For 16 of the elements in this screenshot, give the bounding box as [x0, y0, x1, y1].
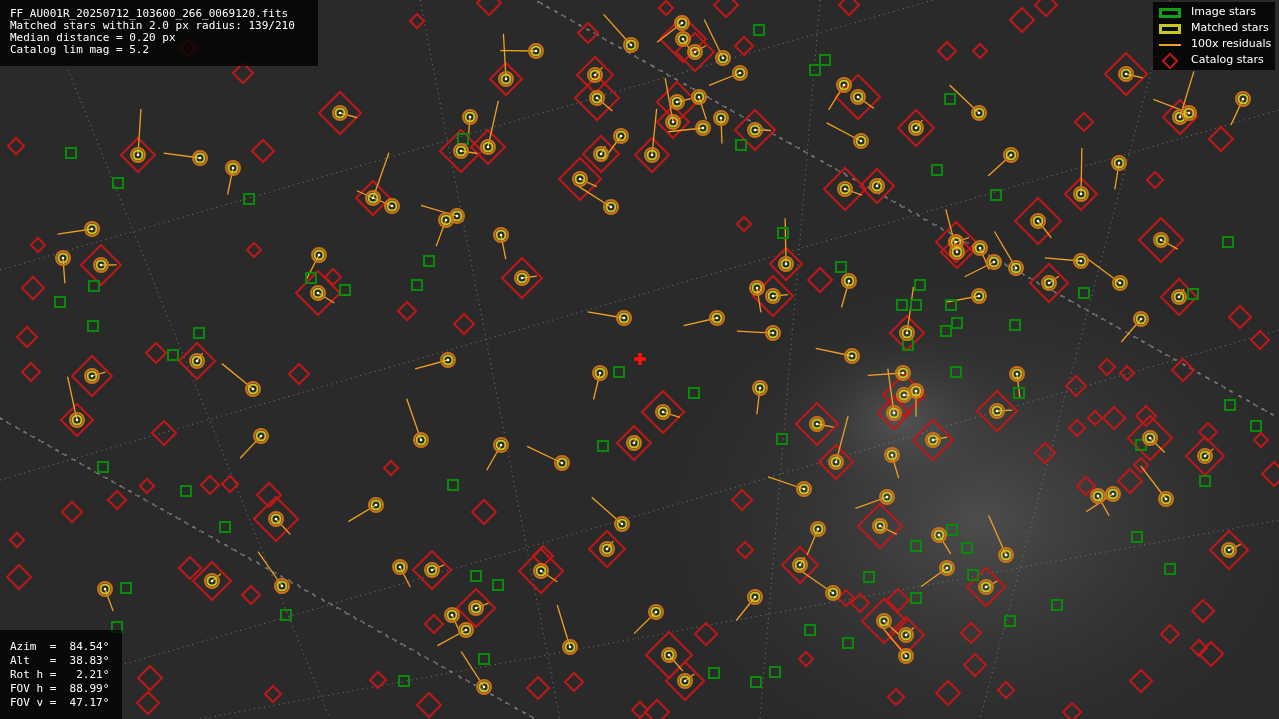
pointing-text: FOV v = 47.17° — [10, 696, 111, 710]
info-text: Median distance = 0.20 px — [10, 32, 177, 44]
pointing-text: Azim = 84.54° — [10, 640, 111, 654]
pointing-text: Alt = 38.83° — [10, 654, 111, 668]
info-text: Catalog lim mag = 5.2 — [10, 44, 151, 56]
legend-label: Matched stars — [1191, 20, 1269, 37]
line-icon — [1159, 43, 1181, 46]
legend-label: 100x residuals — [1191, 36, 1272, 53]
rectangle-outline-icon — [1159, 7, 1181, 18]
rectangle-outline-icon — [1159, 23, 1181, 34]
pointing-text: Rot h = 2.21° — [10, 668, 111, 682]
pointing-text: FOV h = 88.99° — [10, 682, 111, 696]
info-text: Matched stars within 2.0 px radius: 139/210 — [10, 20, 296, 32]
legend-label: Image stars — [1191, 4, 1256, 21]
info-text: FF_AU001R_20250712_103600_266_0069120.fits — [10, 8, 290, 20]
legend-label: Catalog stars — [1191, 52, 1264, 69]
